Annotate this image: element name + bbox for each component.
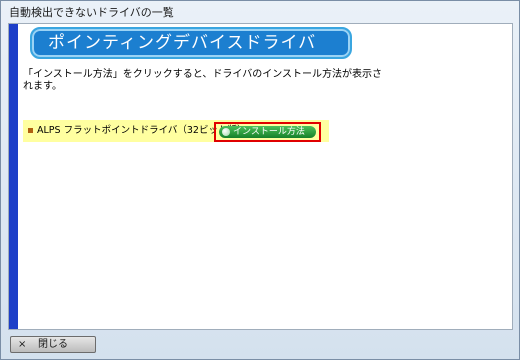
install-method-button[interactable]: インストール方法 bbox=[219, 126, 316, 138]
section-banner-title: ポインティングデバイスドライバ bbox=[48, 33, 317, 53]
instruction-text: 「インストール方法」をクリックすると、ドライバのインストール方法が表示されます。 bbox=[23, 69, 382, 92]
driver-list-item: ALPS フラットポイントドライバ（32ビット版） インストール方法 bbox=[23, 120, 329, 142]
button-dot-icon bbox=[222, 128, 230, 136]
close-button[interactable]: × 閉じる bbox=[10, 336, 96, 353]
window-title: 自動検出できないドライバの一覧 bbox=[9, 6, 174, 19]
bullet-icon bbox=[28, 128, 33, 133]
section-banner: ポインティングデバイスドライバ bbox=[30, 27, 352, 59]
close-button-label: 閉じる bbox=[38, 339, 68, 350]
install-method-label: インストール方法 bbox=[233, 127, 305, 137]
content-panel: ポインティングデバイスドライバ 「インストール方法」をクリックすると、ドライバの… bbox=[8, 23, 513, 330]
accent-stripe bbox=[9, 24, 18, 329]
install-button-highlight: インストール方法 bbox=[214, 122, 321, 142]
dialog-window: 自動検出できないドライバの一覧 ポインティングデバイスドライバ 「インストール方… bbox=[0, 0, 520, 360]
footer-bar: × 閉じる bbox=[1, 329, 519, 359]
close-icon: × bbox=[18, 339, 27, 350]
